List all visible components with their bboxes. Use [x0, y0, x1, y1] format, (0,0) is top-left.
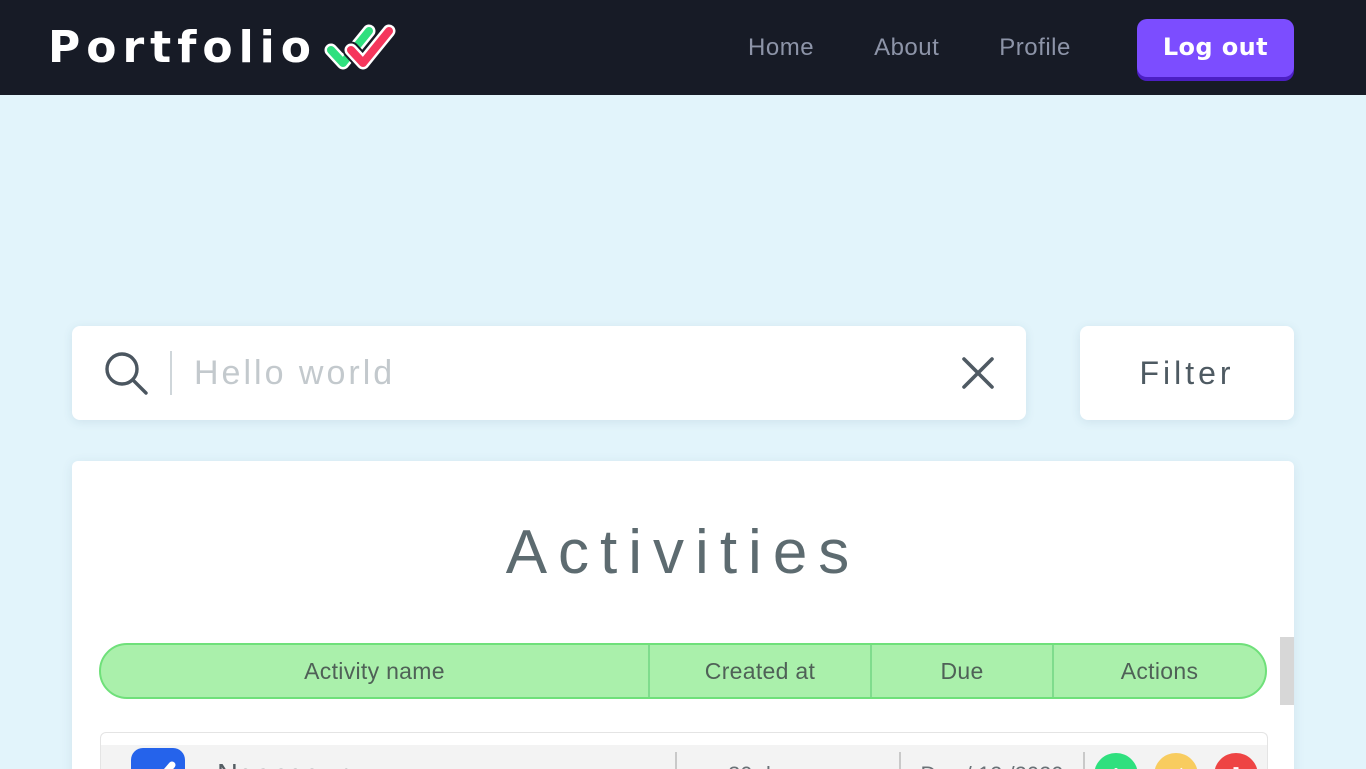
page-title: Activities [505, 518, 861, 587]
cell-activity-name: Nganggur [185, 759, 675, 769]
column-actions[interactable]: Actions [1052, 645, 1265, 697]
table-header-row: Activity name Created at Due Actions [99, 643, 1267, 699]
filter-button[interactable]: Filter [1080, 326, 1294, 420]
search-input[interactable] [194, 326, 946, 420]
close-icon[interactable] [956, 351, 1000, 395]
search-divider [170, 351, 172, 395]
brand-logo[interactable]: Portfolio [48, 20, 399, 76]
search-row: Filter [72, 326, 1294, 420]
column-created-at[interactable]: Created at [648, 645, 870, 697]
cell-due: Dec / 12 /2020 [901, 762, 1083, 769]
info-button[interactable] [1094, 753, 1138, 769]
info-icon [1105, 764, 1127, 769]
search-bar[interactable] [72, 326, 1026, 420]
activity-name-text: Nganggur [217, 759, 348, 769]
logout-button[interactable]: Log out [1136, 18, 1294, 77]
edit-button[interactable] [1154, 753, 1198, 769]
activities-card: Activities Activity name Created at Due … [72, 461, 1294, 769]
table-scrollbar-thumb[interactable] [1280, 637, 1294, 705]
nav-link-profile[interactable]: Profile [969, 28, 1101, 68]
checkbox-checked-icon [131, 748, 185, 769]
nav-links: Home About Profile Log out [718, 18, 1294, 77]
delete-button[interactable] [1214, 753, 1258, 769]
top-navigation-bar: Portfolio Home About Profile Log out [0, 0, 1366, 95]
row-checkbox[interactable] [131, 745, 185, 769]
nav-link-home[interactable]: Home [718, 28, 844, 68]
search-icon[interactable] [100, 347, 152, 399]
trash-icon [1225, 764, 1247, 769]
column-activity-name[interactable]: Activity name [101, 645, 648, 697]
cell-created-at: 30 days ago [677, 762, 899, 769]
activities-list: Nganggur 30 days ago Dec / 12 /2020 [100, 732, 1268, 769]
brand-name: Portfolio [48, 21, 317, 73]
column-due[interactable]: Due [870, 645, 1052, 697]
table-row[interactable]: Nganggur 30 days ago Dec / 12 /2020 [101, 745, 1267, 769]
page-body: Filter Activities Activity name Created … [0, 95, 1366, 769]
double-check-logo-icon [321, 20, 399, 76]
cell-actions [1085, 753, 1267, 769]
pencil-icon [1165, 764, 1187, 769]
nav-link-about[interactable]: About [844, 28, 969, 68]
